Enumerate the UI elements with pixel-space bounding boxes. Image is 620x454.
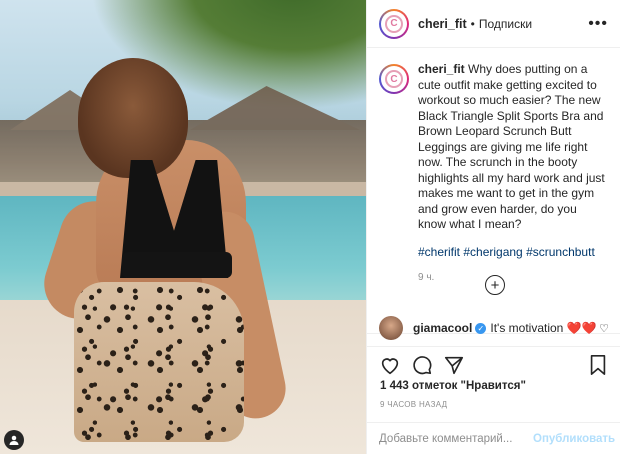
post-photo[interactable] [0, 0, 366, 454]
tagged-user-icon[interactable] [4, 430, 24, 450]
separator-dot: • [470, 16, 475, 31]
following-button[interactable]: Подписки [479, 17, 532, 31]
sports-bra-band [122, 252, 232, 278]
leopard-shorts [74, 282, 244, 442]
comment-avatar[interactable] [379, 316, 403, 340]
likes-count[interactable]: 1 443 отметок "Нравится" [380, 380, 526, 392]
user-icon [9, 435, 19, 445]
heart-icon[interactable] [377, 352, 403, 378]
comment-username[interactable]: giamacool [413, 321, 472, 335]
comment-icon[interactable] [409, 352, 435, 378]
caption-text-line: cheri_fit Why does putting on a cute out… [418, 62, 608, 233]
caption-text: Why does putting on a cute outfit make g… [418, 62, 605, 231]
post-header: C cheri_fit • Подписки ••• [367, 0, 620, 48]
action-bar [367, 346, 620, 382]
verified-icon: ✓ [475, 322, 487, 334]
author-avatar[interactable]: C [379, 8, 409, 39]
caption-block: C cheri_fit Why does putting on a cute o… [367, 48, 620, 334]
comment-text-wrap: giamacool ✓ It's motivation ❤️❤️ [413, 321, 597, 335]
comment-item: giamacool ✓ It's motivation ❤️❤️ ♡ [367, 316, 620, 340]
bookmark-icon[interactable] [585, 352, 611, 378]
brand-logo-icon: C [385, 70, 403, 88]
send-icon[interactable] [441, 352, 467, 378]
caption-hashtags[interactable]: #cherifit #cherigang #scrunchbutt [418, 245, 608, 261]
caption-avatar[interactable]: C [379, 64, 409, 94]
load-more-comments-icon[interactable]: + [485, 275, 505, 295]
caption-username[interactable]: cheri_fit [418, 62, 465, 76]
ellipsis-icon[interactable]: ••• [588, 15, 608, 33]
comment-input[interactable] [379, 432, 533, 445]
brand-logo-icon: C [385, 14, 403, 33]
author-username[interactable]: cheri_fit [418, 17, 467, 31]
publish-button[interactable]: Опубликовать [533, 433, 615, 445]
caption-body: cheri_fit Why does putting on a cute out… [418, 62, 608, 333]
posted-time: 9 ЧАСОВ НАЗАД [380, 400, 448, 409]
post-sidebar: C cheri_fit • Подписки ••• C cheri_fit W… [366, 0, 620, 454]
add-comment-bar: Опубликовать [367, 422, 620, 454]
caption-time: 9 ч. [418, 272, 435, 283]
comment-like-icon[interactable]: ♡ [599, 322, 609, 335]
comment-text: It's motivation ❤️❤️ [490, 321, 597, 335]
